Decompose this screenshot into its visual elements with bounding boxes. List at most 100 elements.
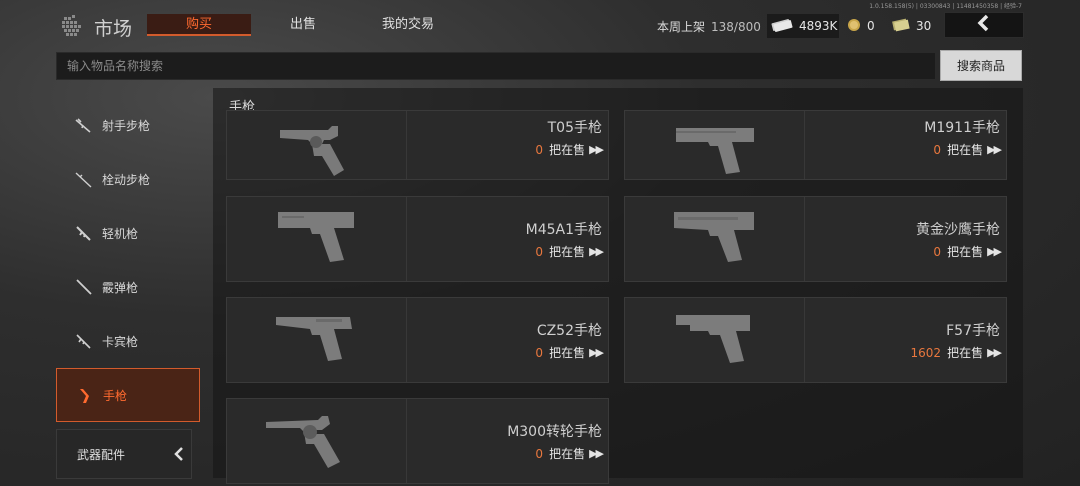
item-count: 0 bbox=[535, 446, 544, 461]
item-card-golden-desert-eagle[interactable]: 黄金沙鹰手枪 0 把在售 ▶▶ bbox=[624, 196, 1007, 282]
on-sale-label: 把在售 bbox=[947, 346, 984, 360]
sidebar-item-pistol[interactable]: 手枪 bbox=[56, 368, 200, 422]
item-stock: 0 把在售 ▶▶ bbox=[535, 344, 604, 361]
item-count: 0 bbox=[535, 244, 544, 259]
shotgun-icon bbox=[74, 277, 94, 297]
sidebar-item-light-machine-gun[interactable]: 轻机枪 bbox=[56, 206, 200, 260]
double-chevron-right-icon: ▶▶ bbox=[589, 346, 604, 359]
on-sale-label: 把在售 bbox=[549, 245, 586, 259]
item-stock: 0 把在售 ▶▶ bbox=[933, 243, 1002, 260]
double-chevron-right-icon: ▶▶ bbox=[589, 143, 604, 156]
item-card-cz52[interactable]: CZ52手枪 0 把在售 ▶▶ bbox=[226, 297, 609, 383]
search-button[interactable]: 搜索商品 bbox=[940, 50, 1022, 81]
sidebar-item-label: 卡宾枪 bbox=[102, 334, 139, 349]
sidebar-item-bolt-action-rifle[interactable]: 栓动步枪 bbox=[56, 152, 200, 206]
item-count: 0 bbox=[535, 142, 544, 157]
sniper-rifle-icon bbox=[74, 169, 94, 189]
sidebar-item-shotgun[interactable]: 霰弹枪 bbox=[56, 260, 200, 314]
pistol-icon bbox=[272, 309, 362, 373]
item-count: 0 bbox=[933, 244, 942, 259]
ticket-value: 30 bbox=[916, 19, 932, 33]
item-card-m300-revolver[interactable]: M300转轮手枪 0 把在售 ▶▶ bbox=[226, 398, 609, 484]
item-image bbox=[227, 298, 407, 382]
item-card-t05[interactable]: T05手枪 0 把在售 ▶▶ bbox=[226, 110, 609, 180]
sidebar-item-label: 霰弹枪 bbox=[102, 280, 139, 295]
market-logo-icon bbox=[58, 12, 88, 42]
item-name: M1911手枪 bbox=[924, 120, 1000, 136]
item-name: CZ52手枪 bbox=[536, 323, 602, 339]
cash-balance: 4893K bbox=[767, 14, 839, 38]
chevron-left-icon bbox=[173, 446, 185, 465]
weekly-listing-label: 本周上架 bbox=[657, 20, 706, 34]
item-stock: 0 把在售 ▶▶ bbox=[535, 445, 604, 462]
sidebar-item-weapon-accessories[interactable]: 武器配件 bbox=[56, 429, 192, 479]
item-image bbox=[625, 298, 805, 382]
item-stock: 0 把在售 ▶▶ bbox=[933, 141, 1002, 158]
item-name: T05手枪 bbox=[547, 120, 602, 136]
pistol-icon bbox=[272, 208, 362, 272]
item-name: 黄金沙鹰手枪 bbox=[916, 222, 1000, 238]
cash-value: 4893K bbox=[799, 19, 838, 33]
item-image bbox=[227, 399, 407, 483]
on-sale-label: 把在售 bbox=[947, 143, 984, 157]
item-image bbox=[625, 197, 805, 281]
double-chevron-right-icon: ▶▶ bbox=[987, 245, 1002, 258]
on-sale-label: 把在售 bbox=[549, 346, 586, 360]
double-chevron-right-icon: ▶▶ bbox=[987, 143, 1002, 156]
revolver-icon bbox=[272, 122, 362, 179]
item-stock: 1602 把在售 ▶▶ bbox=[910, 344, 1002, 361]
item-name: M300转轮手枪 bbox=[507, 424, 602, 440]
sidebar-item-label: 手枪 bbox=[103, 388, 128, 403]
cash-stack-icon bbox=[771, 18, 793, 35]
double-chevron-right-icon: ▶▶ bbox=[589, 447, 604, 460]
pistol-icon bbox=[670, 309, 760, 373]
ticket-icon bbox=[892, 18, 910, 35]
weekly-listing: 本周上架 138/800 bbox=[657, 18, 761, 35]
machine-gun-icon bbox=[74, 223, 94, 243]
on-sale-label: 把在售 bbox=[947, 245, 984, 259]
item-name: M45A1手枪 bbox=[525, 222, 602, 238]
revolver-icon bbox=[262, 410, 372, 474]
pistol-icon bbox=[670, 122, 760, 179]
item-count: 1602 bbox=[910, 345, 942, 360]
item-image bbox=[625, 111, 805, 179]
item-count: 0 bbox=[535, 345, 544, 360]
sidebar-item-carbine[interactable]: 卡宾枪 bbox=[56, 314, 200, 368]
coin-balance: 0 bbox=[845, 14, 885, 38]
sidebar-item-label: 射手步枪 bbox=[102, 118, 151, 133]
sidebar-item-label: 轻机枪 bbox=[102, 226, 139, 241]
item-card-m45a1[interactable]: M45A1手枪 0 把在售 ▶▶ bbox=[226, 196, 609, 282]
coin-value: 0 bbox=[867, 19, 875, 33]
item-image bbox=[227, 111, 407, 179]
top-bar: 市场 购买 出售 我的交易 本周上架 138/800 4893K 0 30 bbox=[0, 0, 1080, 50]
ticket-balance: 30 bbox=[890, 14, 938, 38]
item-name: F57手枪 bbox=[946, 323, 1000, 339]
carbine-icon bbox=[74, 331, 94, 351]
tab-sell[interactable]: 出售 bbox=[268, 14, 338, 36]
item-card-f57[interactable]: F57手枪 1602 把在售 ▶▶ bbox=[624, 297, 1007, 383]
on-sale-label: 把在售 bbox=[549, 447, 586, 461]
pistol-icon bbox=[75, 386, 95, 406]
tab-buy[interactable]: 购买 bbox=[147, 14, 251, 36]
tab-my-trades[interactable]: 我的交易 bbox=[370, 14, 446, 36]
page-title: 市场 bbox=[94, 18, 133, 40]
gold-coin-icon bbox=[847, 18, 861, 35]
on-sale-label: 把在售 bbox=[549, 143, 586, 157]
item-image bbox=[227, 197, 407, 281]
double-chevron-right-icon: ▶▶ bbox=[589, 245, 604, 258]
sidebar-item-label: 武器配件 bbox=[77, 447, 126, 462]
item-card-m1911[interactable]: M1911手枪 0 把在售 ▶▶ bbox=[624, 110, 1007, 180]
weekly-listing-value: 138/800 bbox=[711, 20, 761, 34]
sidebar-item-label: 栓动步枪 bbox=[102, 172, 151, 187]
back-button[interactable] bbox=[944, 12, 1024, 38]
item-list-panel: 手枪 T05手枪 0 把在售 ▶▶ M1911手枪 0 把在售 ▶▶ M45A1… bbox=[213, 88, 1023, 484]
chevron-left-icon bbox=[975, 14, 993, 36]
rifle-icon bbox=[74, 115, 94, 135]
search-input[interactable]: 输入物品名称搜索 bbox=[56, 52, 936, 80]
item-stock: 0 把在售 ▶▶ bbox=[535, 141, 604, 158]
double-chevron-right-icon: ▶▶ bbox=[987, 346, 1002, 359]
sidebar-item-marksman-rifle[interactable]: 射手步枪 bbox=[56, 98, 200, 152]
item-count: 0 bbox=[933, 142, 942, 157]
item-stock: 0 把在售 ▶▶ bbox=[535, 243, 604, 260]
pistol-icon bbox=[670, 208, 760, 272]
